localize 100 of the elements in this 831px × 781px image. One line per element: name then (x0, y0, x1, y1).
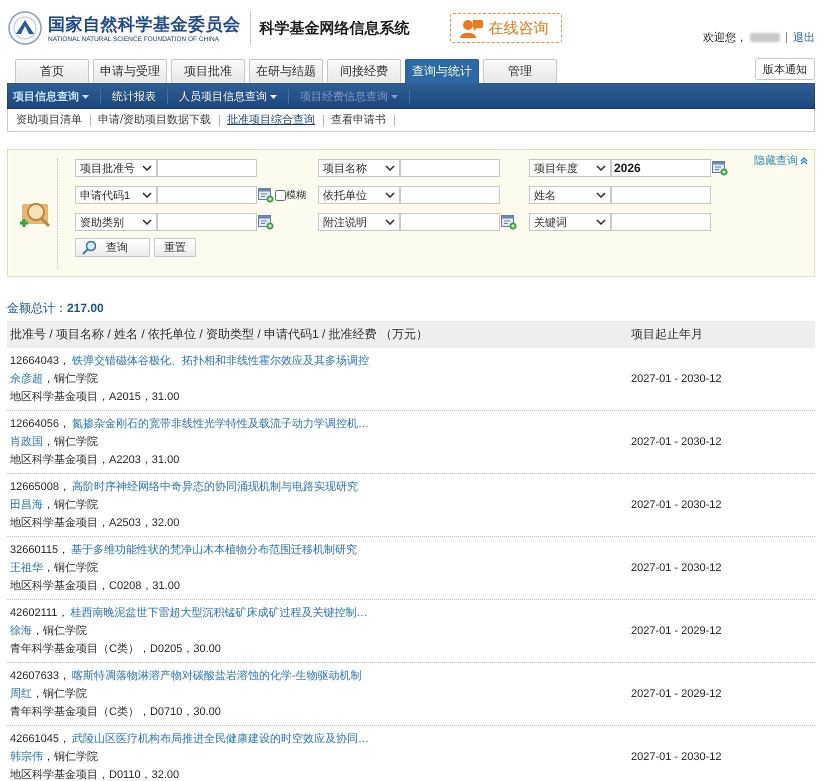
project-title-link[interactable]: 喀斯特凋落物淋溶产物对碳酸盐岩溶蚀的化学-生物驱动机制 (72, 670, 362, 682)
input-field[interactable] (400, 186, 500, 204)
input-field[interactable] (611, 186, 711, 204)
funding-details: 青年科学基金项目（C类），D0710，30.00 (10, 705, 222, 719)
total-label: 金额总计： (7, 301, 67, 315)
column-header: 批准号 / 项目名称 / 姓名 / 依托单位 / 资助类型 / 申请代码1 / 批准经费 （万元） (9, 326, 430, 343)
project-title-link[interactable]: 高阶时序神经网络中奇异态的协同涌现机制与电路实现研究 (72, 481, 358, 493)
checkbox-label: 模糊 (286, 188, 306, 202)
field-select[interactable]: 项目年度 (529, 159, 611, 177)
menu-item[interactable]: 项目信息查询 (13, 88, 101, 104)
chevron-down-icon (596, 219, 606, 225)
project-period: 2027-01 - 2030-12 (631, 562, 723, 574)
institution-name: ，铜仁学院 (43, 562, 98, 574)
grant-number: 32660115， (10, 544, 70, 556)
submenu-link[interactable]: 资助项目清单 (16, 114, 91, 126)
nav-tab[interactable]: 首页 (15, 59, 89, 83)
chevron-down-icon (385, 219, 395, 225)
grant-number: 12665008， (10, 481, 70, 493)
project-period: 2027-01 - 2030-12 (631, 373, 723, 385)
project-period: 2027-01 - 2030-12 (631, 436, 723, 448)
nav-tab[interactable]: 管理 (483, 59, 557, 83)
input-field[interactable] (157, 159, 257, 177)
input-field[interactable]: 2026 (611, 159, 711, 177)
funding-details: 地区科学基金项目，C0208，31.00 (10, 579, 181, 593)
checkbox[interactable] (275, 190, 286, 200)
project-period: 2027-01 - 2030-12 (631, 751, 723, 763)
funding-details: 青年科学基金项目（C类），D0205，30.00 (10, 642, 222, 656)
project-period: 2027-01 - 2029-12 (631, 625, 723, 637)
project-title-link[interactable]: 武陵山区医疗机构布局推进全民健康建设的时空效应及协同… (72, 733, 369, 745)
reset-button[interactable]: 重置 (154, 238, 196, 257)
chevron-down-icon (142, 192, 152, 198)
project-period: 2027-01 - 2030-12 (631, 499, 723, 511)
grant-number: 12664056， (10, 418, 70, 430)
institution-name: ，铜仁学院 (43, 436, 98, 448)
submenu-link[interactable]: 批准项目综合查询 (227, 114, 324, 126)
logout-link[interactable]: 退出 (793, 30, 815, 44)
field-select[interactable]: 关键词 (529, 213, 611, 231)
chevron-down-icon (596, 192, 606, 198)
total-value: 217.00 (67, 301, 104, 315)
chevron-down-icon (385, 192, 395, 198)
institution-name: ，铜仁学院 (43, 751, 98, 763)
search-button[interactable]: 查询 (75, 238, 150, 257)
project-title-link[interactable]: 氮掺杂金刚石的宽带非线性光学特性及载流子动力学调控机… (72, 418, 369, 430)
chevron-down-icon (596, 165, 606, 171)
input-field[interactable] (157, 213, 257, 231)
input-field[interactable] (400, 159, 500, 177)
chevron-down-icon (142, 219, 152, 225)
nav-tab[interactable]: 项目批准 (171, 59, 245, 83)
nav-tab[interactable]: 间接经费 (327, 59, 401, 83)
nav-tab[interactable]: 申请与受理 (93, 59, 167, 83)
funding-details: 地区科学基金项目，D0110，32.00 (10, 768, 180, 781)
field-select[interactable]: 依托单位 (318, 186, 400, 204)
person-name-link[interactable]: 王祖华 (10, 562, 43, 574)
grant-number: 12664043， (10, 355, 70, 367)
person-name-link[interactable]: 韩宗伟 (10, 751, 43, 763)
submenu-link[interactable]: 查看申请书 (331, 114, 396, 126)
field-select[interactable]: 项目批准号 (75, 159, 157, 177)
institution-name: ，铜仁学院 (43, 499, 98, 511)
menu-item[interactable]: 统计报表 (101, 88, 168, 104)
submenu-link[interactable]: 申请/资助项目数据下载 (98, 114, 220, 126)
chevron-down-icon (142, 165, 152, 171)
chevron-down-icon (385, 165, 395, 171)
input-field[interactable] (611, 213, 711, 231)
chat-person-icon (458, 18, 482, 38)
field-select[interactable]: 附注说明 (318, 213, 400, 231)
blurred-name (750, 32, 780, 42)
person-name-link[interactable]: 田昌海 (10, 499, 43, 511)
hide-search-link[interactable]: 隐藏查询 (754, 153, 814, 168)
nav-tab[interactable]: 查询与统计 (405, 59, 479, 83)
menu-item[interactable]: 人员项目信息查询 (168, 88, 289, 104)
org-name: 国家自然科学基金委员会 (48, 14, 240, 36)
person-name-link[interactable]: 肖政国 (10, 436, 43, 448)
system-title: 科学基金网络信息系统 (260, 18, 410, 38)
emblem-logo (8, 11, 42, 45)
double-chevron-up-icon (800, 156, 808, 165)
input-field[interactable] (400, 213, 500, 231)
field-select[interactable]: 申请代码1 (75, 186, 157, 204)
field-select[interactable]: 姓名 (529, 186, 611, 204)
institution-name: ，铜仁学院 (32, 625, 87, 637)
field-select[interactable]: 项目名称 (318, 159, 400, 177)
funding-details: 地区科学基金项目，A2015，31.00 (10, 390, 180, 404)
person-name-link[interactable]: 徐海 (10, 625, 32, 637)
welcome-text: 欢迎您， (703, 30, 747, 44)
field-select[interactable]: 资助类别 (75, 213, 157, 231)
funding-details: 地区科学基金项目，A2203，31.00 (10, 453, 180, 467)
input-field[interactable] (157, 186, 257, 204)
project-period: 2027-01 - 2029-12 (631, 688, 723, 700)
version-notice-button[interactable]: 版本通知 (755, 58, 815, 80)
column-header: 项目起止年月 (631, 326, 704, 343)
person-name-link[interactable]: 周红 (10, 688, 32, 700)
institution-name: ，铜仁学院 (43, 373, 98, 385)
person-name-link[interactable]: 佘彦超 (10, 373, 43, 385)
project-title-link[interactable]: 铁弹交错磁体谷极化、拓扑相和非线性霍尔效应及其多场调控 (72, 355, 369, 367)
nav-tab[interactable]: 在研与结题 (249, 59, 323, 83)
grant-number: 42602111， (10, 607, 68, 619)
funding-details: 地区科学基金项目，A2503，32.00 (10, 516, 180, 530)
project-title-link[interactable]: 桂西南晚泥盆世下雷超大型沉积锰矿床成矿过程及关键控制… (70, 607, 368, 619)
grant-number: 42661045， (10, 733, 70, 745)
grant-number: 42607633， (10, 670, 70, 682)
project-title-link[interactable]: 基于多维功能性状的梵净山木本植物分布范围迁移机制研究 (71, 544, 358, 556)
